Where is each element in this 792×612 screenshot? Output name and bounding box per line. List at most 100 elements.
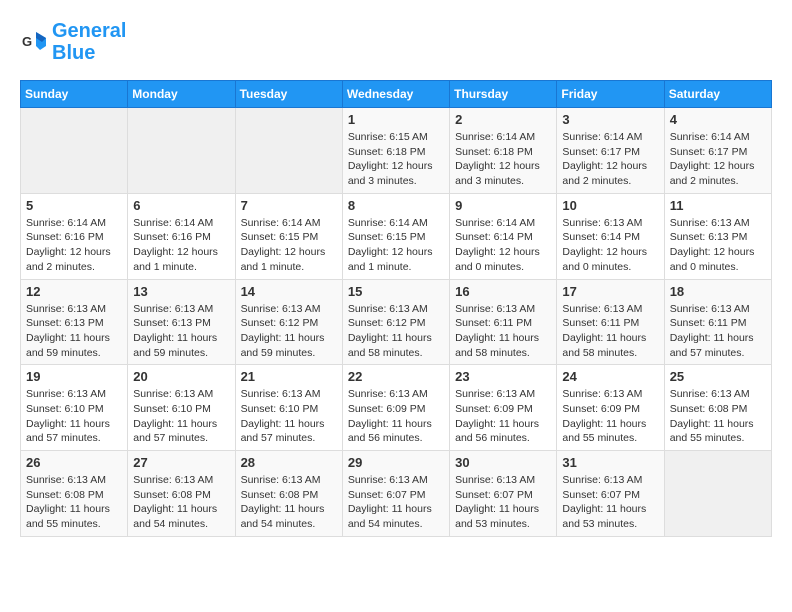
- day-info: Sunrise: 6:13 AM Sunset: 6:08 PM Dayligh…: [241, 473, 337, 532]
- day-info: Sunrise: 6:13 AM Sunset: 6:08 PM Dayligh…: [670, 387, 766, 446]
- day-info: Sunrise: 6:13 AM Sunset: 6:08 PM Dayligh…: [133, 473, 229, 532]
- calendar-cell: 5Sunrise: 6:14 AM Sunset: 6:16 PM Daylig…: [21, 193, 128, 279]
- calendar-cell: 26 Sunrise: 6:13 AM Sunset: 6:08 PM Dayli…: [21, 451, 128, 537]
- day-number: 20: [133, 369, 229, 384]
- day-info: Sunrise: 6:13 AM Sunset: 6:07 PM Dayligh…: [348, 473, 444, 532]
- calendar-cell: 8 Sunrise: 6:14 AM Sunset: 6:15 PM Daylig…: [342, 193, 449, 279]
- day-header-thursday: Thursday: [450, 81, 557, 108]
- day-info: Sunrise: 6:13 AM Sunset: 6:07 PM Dayligh…: [455, 473, 551, 532]
- day-number: 17: [562, 284, 658, 299]
- logo: G General Blue: [20, 20, 126, 64]
- calendar-cell: 17 Sunrise: 6:13 AM Sunset: 6:11 PM Dayli…: [557, 279, 664, 365]
- calendar-cell: 3 Sunrise: 6:14 AM Sunset: 6:17 PM Daylig…: [557, 108, 664, 194]
- day-info: Sunrise: 6:14 AM Sunset: 6:15 PM Dayligh…: [241, 216, 337, 275]
- day-number: 10: [562, 198, 658, 213]
- calendar-cell: 10 Sunrise: 6:13 AM Sunset: 6:14 PM Dayli…: [557, 193, 664, 279]
- day-number: 31: [562, 455, 658, 470]
- calendar-cell: 19 Sunrise: 6:13 AM Sunset: 6:10 PM Dayli…: [21, 365, 128, 451]
- calendar-cell: 21 Sunrise: 6:13 AM Sunset: 6:10 PM Dayli…: [235, 365, 342, 451]
- day-header-wednesday: Wednesday: [342, 81, 449, 108]
- day-info: Sunrise: 6:14 AM Sunset: 6:15 PM Dayligh…: [348, 216, 444, 275]
- calendar-cell: 30 Sunrise: 6:13 AM Sunset: 6:07 PM Dayli…: [450, 451, 557, 537]
- day-number: 7: [241, 198, 337, 213]
- day-info: Sunrise: 6:14 AM Sunset: 6:16 PM Dayligh…: [133, 216, 229, 275]
- day-number: 3: [562, 112, 658, 127]
- page-header: G General Blue: [20, 20, 772, 64]
- calendar-cell: 11 Sunrise: 6:13 AM Sunset: 6:13 PM Dayli…: [664, 193, 771, 279]
- day-number: 9: [455, 198, 551, 213]
- calendar-cell: 27 Sunrise: 6:13 AM Sunset: 6:08 PM Dayli…: [128, 451, 235, 537]
- calendar-cell: 20 Sunrise: 6:13 AM Sunset: 6:10 PM Dayli…: [128, 365, 235, 451]
- calendar-cell: 15 Sunrise: 6:13 AM Sunset: 6:12 PM Dayli…: [342, 279, 449, 365]
- day-info: Sunrise: 6:14 AM Sunset: 6:17 PM Dayligh…: [562, 130, 658, 189]
- day-number: 18: [670, 284, 766, 299]
- day-info: Sunrise: 6:13 AM Sunset: 6:11 PM Dayligh…: [670, 302, 766, 361]
- calendar-table: SundayMondayTuesdayWednesdayThursdayFrid…: [20, 80, 772, 537]
- day-number: 2: [455, 112, 551, 127]
- day-info: Sunrise: 6:13 AM Sunset: 6:13 PM Dayligh…: [133, 302, 229, 361]
- day-info: Sunrise: 6:13 AM Sunset: 6:09 PM Dayligh…: [348, 387, 444, 446]
- calendar-cell: 9 Sunrise: 6:14 AM Sunset: 6:14 PM Daylig…: [450, 193, 557, 279]
- day-info: Sunrise: 6:13 AM Sunset: 6:10 PM Dayligh…: [26, 387, 122, 446]
- day-number: 21: [241, 369, 337, 384]
- day-number: 13: [133, 284, 229, 299]
- calendar-week-3: 12 Sunrise: 6:13 AM Sunset: 6:13 PM Dayli…: [21, 279, 772, 365]
- day-number: 12: [26, 284, 122, 299]
- day-info: Sunrise: 6:13 AM Sunset: 6:13 PM Dayligh…: [26, 302, 122, 361]
- calendar-cell: 25 Sunrise: 6:13 AM Sunset: 6:08 PM Dayli…: [664, 365, 771, 451]
- day-number: 25: [670, 369, 766, 384]
- day-number: 1: [348, 112, 444, 127]
- calendar-cell: 6Sunrise: 6:14 AM Sunset: 6:16 PM Daylig…: [128, 193, 235, 279]
- calendar-cell: 2 Sunrise: 6:14 AM Sunset: 6:18 PM Daylig…: [450, 108, 557, 194]
- day-header-saturday: Saturday: [664, 81, 771, 108]
- calendar-cell: 7 Sunrise: 6:14 AM Sunset: 6:15 PM Daylig…: [235, 193, 342, 279]
- day-number: 16: [455, 284, 551, 299]
- calendar-cell: [664, 451, 771, 537]
- calendar-cell: [235, 108, 342, 194]
- day-number: 8: [348, 198, 444, 213]
- calendar-cell: 18 Sunrise: 6:13 AM Sunset: 6:11 PM Dayli…: [664, 279, 771, 365]
- day-info: Sunrise: 6:13 AM Sunset: 6:12 PM Dayligh…: [348, 302, 444, 361]
- day-header-tuesday: Tuesday: [235, 81, 342, 108]
- day-header-monday: Monday: [128, 81, 235, 108]
- calendar-cell: 1Sunrise: 6:15 AM Sunset: 6:18 PM Daylig…: [342, 108, 449, 194]
- day-info: Sunrise: 6:13 AM Sunset: 6:08 PM Dayligh…: [26, 473, 122, 532]
- day-info: Sunrise: 6:14 AM Sunset: 6:14 PM Dayligh…: [455, 216, 551, 275]
- day-number: 28: [241, 455, 337, 470]
- calendar-cell: 13 Sunrise: 6:13 AM Sunset: 6:13 PM Dayli…: [128, 279, 235, 365]
- day-info: Sunrise: 6:13 AM Sunset: 6:10 PM Dayligh…: [241, 387, 337, 446]
- day-number: 19: [26, 369, 122, 384]
- calendar-cell: 31 Sunrise: 6:13 AM Sunset: 6:07 PM Dayli…: [557, 451, 664, 537]
- calendar-header-row: SundayMondayTuesdayWednesdayThursdayFrid…: [21, 81, 772, 108]
- day-number: 14: [241, 284, 337, 299]
- calendar-week-4: 19 Sunrise: 6:13 AM Sunset: 6:10 PM Dayli…: [21, 365, 772, 451]
- day-number: 15: [348, 284, 444, 299]
- day-header-friday: Friday: [557, 81, 664, 108]
- day-info: Sunrise: 6:13 AM Sunset: 6:11 PM Dayligh…: [562, 302, 658, 361]
- calendar-cell: 12 Sunrise: 6:13 AM Sunset: 6:13 PM Dayli…: [21, 279, 128, 365]
- day-number: 24: [562, 369, 658, 384]
- day-number: 30: [455, 455, 551, 470]
- calendar-week-5: 26 Sunrise: 6:13 AM Sunset: 6:08 PM Dayli…: [21, 451, 772, 537]
- day-info: Sunrise: 6:13 AM Sunset: 6:09 PM Dayligh…: [562, 387, 658, 446]
- day-info: Sunrise: 6:14 AM Sunset: 6:17 PM Dayligh…: [670, 130, 766, 189]
- day-number: 27: [133, 455, 229, 470]
- day-number: 4: [670, 112, 766, 127]
- day-info: Sunrise: 6:13 AM Sunset: 6:12 PM Dayligh…: [241, 302, 337, 361]
- day-info: Sunrise: 6:13 AM Sunset: 6:10 PM Dayligh…: [133, 387, 229, 446]
- calendar-cell: [128, 108, 235, 194]
- day-number: 5: [26, 198, 122, 213]
- day-info: Sunrise: 6:13 AM Sunset: 6:14 PM Dayligh…: [562, 216, 658, 275]
- calendar-cell: 4 Sunrise: 6:14 AM Sunset: 6:17 PM Daylig…: [664, 108, 771, 194]
- day-info: Sunrise: 6:13 AM Sunset: 6:07 PM Dayligh…: [562, 473, 658, 532]
- day-info: Sunrise: 6:13 AM Sunset: 6:13 PM Dayligh…: [670, 216, 766, 275]
- logo-text: General Blue: [52, 20, 126, 64]
- calendar-cell: 28 Sunrise: 6:13 AM Sunset: 6:08 PM Dayli…: [235, 451, 342, 537]
- calendar-cell: 14 Sunrise: 6:13 AM Sunset: 6:12 PM Dayli…: [235, 279, 342, 365]
- calendar-week-2: 5 Sunrise: 6:14 AM Sunset: 6:16 PM Daylig…: [21, 193, 772, 279]
- day-info: Sunrise: 6:14 AM Sunset: 6:18 PM Dayligh…: [455, 130, 551, 189]
- calendar-cell: [21, 108, 128, 194]
- day-number: 11: [670, 198, 766, 213]
- day-number: 26: [26, 455, 122, 470]
- day-info: Sunrise: 6:13 AM Sunset: 6:09 PM Dayligh…: [455, 387, 551, 446]
